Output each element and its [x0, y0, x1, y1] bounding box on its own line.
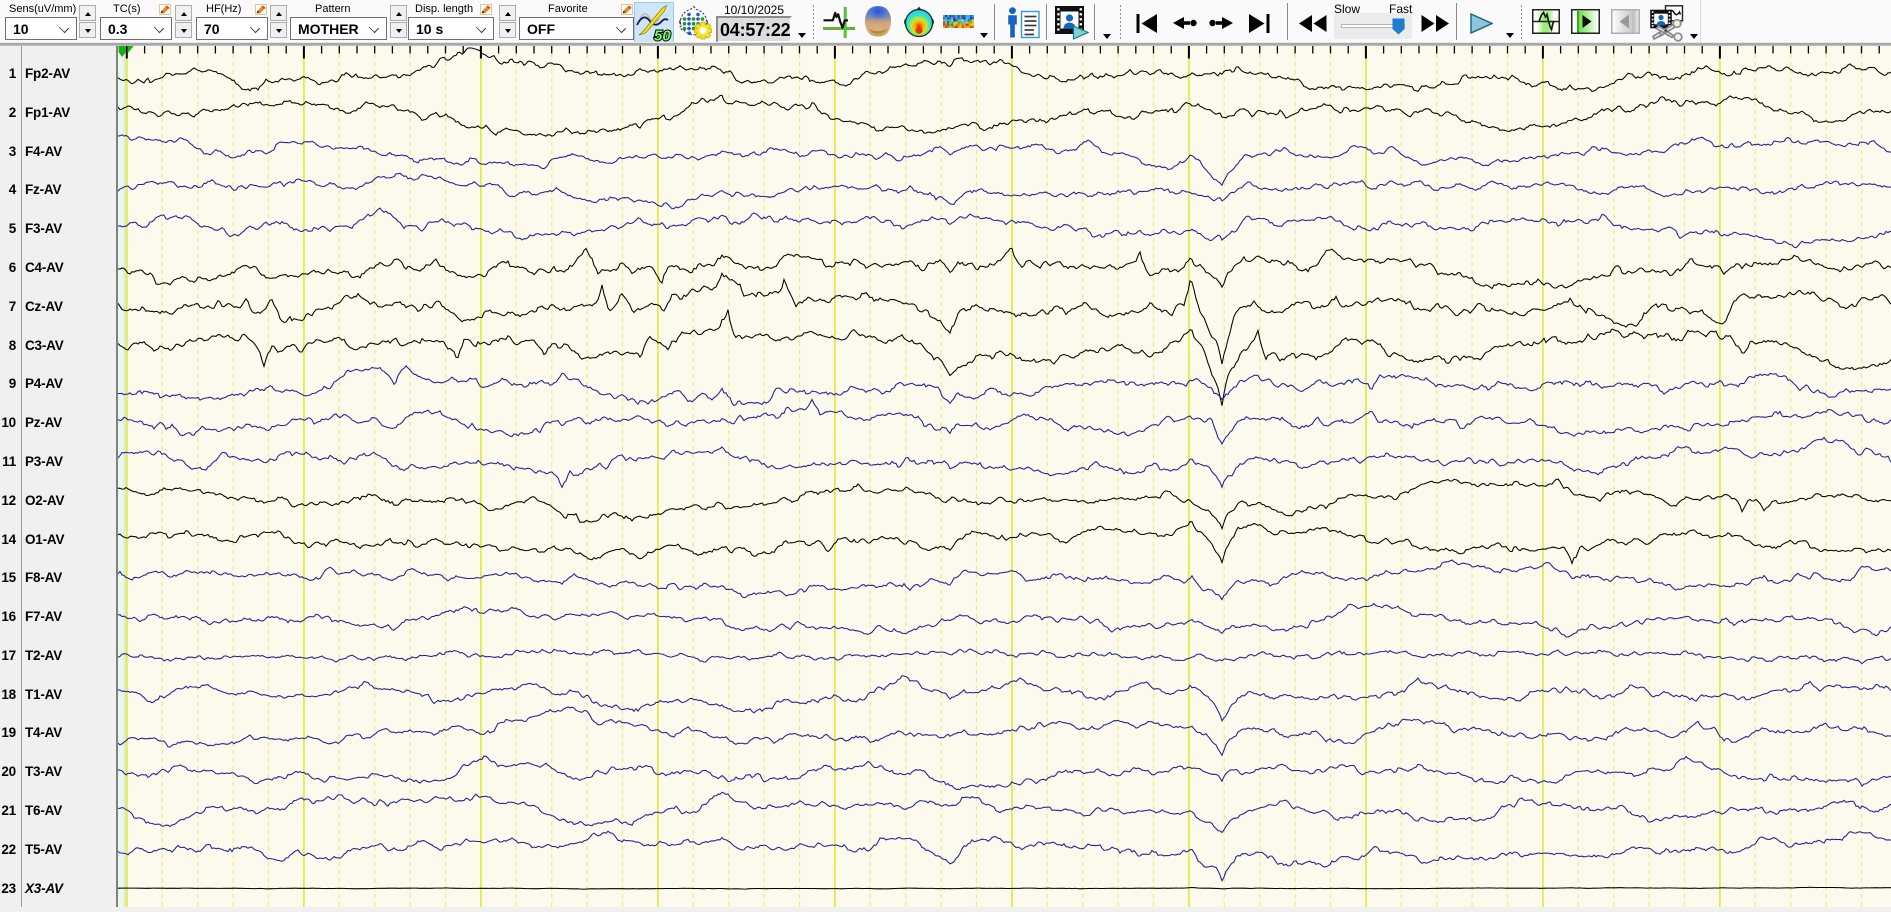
svg-text:50: 50: [654, 28, 671, 43]
